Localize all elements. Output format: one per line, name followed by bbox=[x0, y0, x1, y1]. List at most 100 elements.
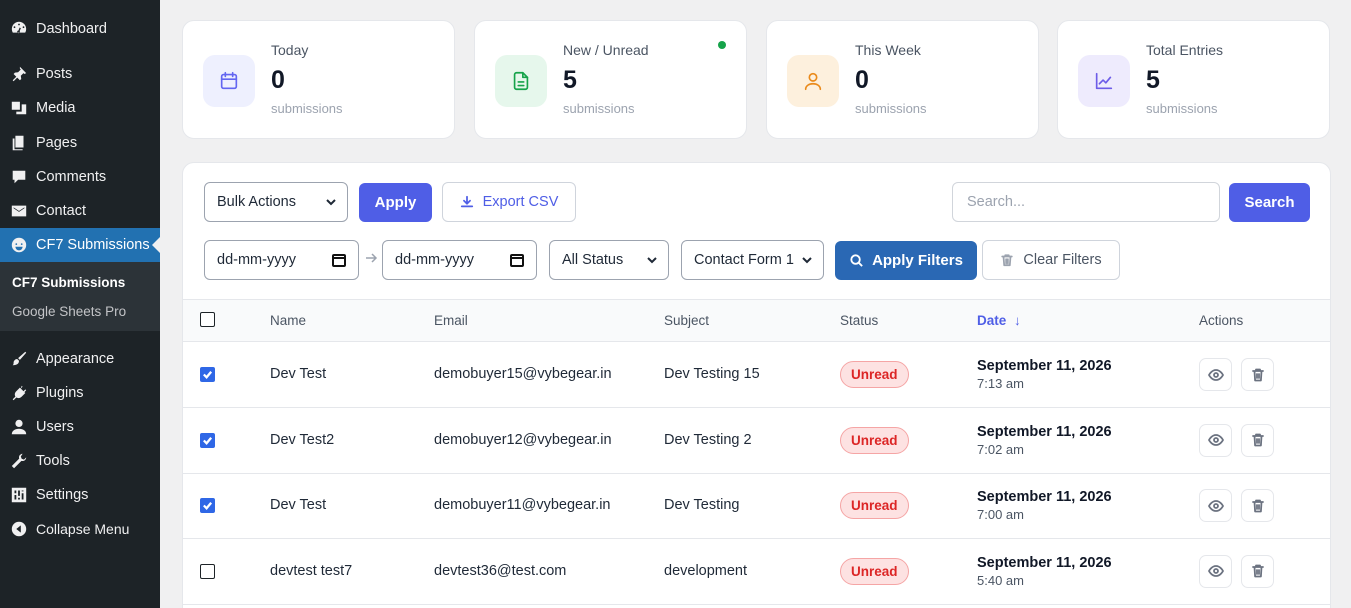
row-date: September 11, 2026 bbox=[977, 554, 1112, 571]
status-filter-select[interactable]: All Status bbox=[549, 240, 669, 280]
stat-card-total-entries: Total Entries 5 submissions bbox=[1057, 20, 1330, 139]
sidebar-item-label: CF7 Submissions bbox=[36, 237, 150, 253]
clear-filters-button[interactable]: Clear Filters bbox=[982, 240, 1120, 280]
column-header-status[interactable]: Status bbox=[840, 313, 878, 328]
column-header-email[interactable]: Email bbox=[434, 313, 468, 328]
status-badge: Unread bbox=[840, 426, 909, 454]
sidebar-item-tools[interactable]: Tools bbox=[0, 444, 160, 478]
brush-icon bbox=[10, 350, 28, 368]
apply-filters-button[interactable]: Apply Filters bbox=[835, 241, 977, 280]
card-value: 0 bbox=[271, 66, 285, 94]
sidebar-item-posts[interactable]: Posts bbox=[0, 57, 160, 91]
calendar-icon[interactable] bbox=[332, 253, 346, 267]
view-button[interactable] bbox=[1199, 554, 1232, 588]
submenu-item-cf7-submissions[interactable]: CF7 Submissions bbox=[0, 268, 160, 297]
trash-icon bbox=[1001, 254, 1014, 267]
column-header-date-label: Date bbox=[977, 313, 1007, 328]
sidebar-collapse-menu[interactable]: Collapse Menu bbox=[0, 512, 160, 546]
sidebar-item-pages[interactable]: Pages bbox=[0, 126, 160, 160]
select-all-checkbox[interactable] bbox=[200, 312, 215, 327]
search-button[interactable]: Search bbox=[1229, 183, 1310, 222]
delete-button[interactable] bbox=[1241, 358, 1274, 391]
column-header-date[interactable]: Date ↓ bbox=[977, 313, 1021, 328]
column-header-name[interactable]: Name bbox=[270, 313, 306, 328]
sort-desc-icon: ↓ bbox=[1014, 313, 1021, 328]
table-row[interactable]: Dev Test demobuyer15@vybegear.in Dev Tes… bbox=[183, 342, 1330, 408]
search-icon bbox=[850, 254, 863, 267]
apply-button[interactable]: Apply bbox=[359, 183, 432, 222]
form-filter-label: Contact Form 1 bbox=[694, 252, 794, 268]
card-sub: submissions bbox=[271, 101, 343, 116]
row-checkbox[interactable] bbox=[200, 367, 215, 382]
card-sub: submissions bbox=[563, 101, 635, 116]
calendar-icon bbox=[220, 71, 238, 90]
status-badge: Unread bbox=[840, 361, 909, 388]
card-value: 5 bbox=[563, 66, 577, 94]
wrench-icon bbox=[10, 452, 28, 470]
chevron-down-icon bbox=[646, 254, 658, 266]
row-checkbox[interactable] bbox=[200, 432, 215, 448]
eye-icon bbox=[1207, 499, 1224, 512]
eye-icon bbox=[1207, 565, 1224, 577]
table-row[interactable]: devtest test7 devtest36@test.com develop… bbox=[183, 539, 1330, 605]
sidebar-item-settings[interactable]: Settings bbox=[0, 478, 160, 512]
unread-indicator-dot bbox=[718, 41, 726, 49]
row-time: 7:02 am bbox=[977, 441, 1024, 457]
submenu-item-google-sheets-pro[interactable]: Google Sheets Pro bbox=[0, 297, 160, 326]
row-checkbox[interactable] bbox=[200, 563, 215, 579]
delete-button[interactable] bbox=[1241, 423, 1274, 457]
export-csv-button[interactable]: Export CSV bbox=[442, 182, 576, 222]
date-from-input[interactable]: dd-mm-yyyy bbox=[204, 240, 359, 280]
row-email: devtest36@test.com bbox=[434, 562, 567, 579]
trash-icon bbox=[1251, 499, 1264, 512]
sidebar-item-label: Tools bbox=[36, 453, 70, 469]
row-subject: development bbox=[664, 562, 748, 579]
sidebar-item-plugins[interactable]: Plugins bbox=[0, 376, 160, 410]
sidebar-item-label: Users bbox=[36, 419, 74, 435]
card-label: Today bbox=[271, 42, 309, 58]
date-from-placeholder: dd-mm-yyyy bbox=[217, 252, 296, 268]
mail-icon bbox=[10, 202, 28, 220]
card-value: 5 bbox=[1146, 66, 1160, 94]
collapse-icon bbox=[10, 520, 28, 538]
row-checkbox[interactable] bbox=[200, 498, 215, 513]
row-name: Dev Test bbox=[270, 366, 327, 382]
row-time: 5:40 am bbox=[977, 572, 1024, 588]
sidebar-item-users[interactable]: Users bbox=[0, 410, 160, 444]
calendar-icon[interactable] bbox=[510, 253, 524, 267]
sidebar-item-contact[interactable]: Contact bbox=[0, 194, 160, 228]
row-email: demobuyer15@vybegear.in bbox=[434, 366, 612, 382]
delete-button[interactable] bbox=[1241, 489, 1274, 522]
cf7-submenu: CF7 Submissions Google Sheets Pro bbox=[0, 262, 160, 331]
sidebar-item-label: Posts bbox=[36, 66, 73, 82]
stat-card-this-week: This Week 0 submissions bbox=[766, 20, 1039, 139]
table-row[interactable]: Dev Test2 demobuyer12@vybegear.in Dev Te… bbox=[183, 408, 1330, 474]
delete-button[interactable] bbox=[1241, 554, 1274, 588]
row-subject: Dev Testing 15 bbox=[664, 366, 760, 382]
form-filter-select[interactable]: Contact Form 1 bbox=[681, 240, 824, 280]
view-button[interactable] bbox=[1199, 489, 1232, 522]
table-row[interactable]: Dev Test demobuyer11@vybegear.in Dev Tes… bbox=[183, 473, 1330, 539]
search-input[interactable] bbox=[952, 182, 1220, 222]
column-header-subject[interactable]: Subject bbox=[664, 313, 709, 328]
card-value: 0 bbox=[855, 66, 869, 94]
sidebar-item-dashboard[interactable]: Dashboard bbox=[0, 12, 160, 46]
sliders-icon bbox=[10, 486, 28, 504]
view-button[interactable] bbox=[1199, 423, 1232, 457]
sidebar-item-media[interactable]: Media bbox=[0, 91, 160, 125]
trash-icon bbox=[1251, 564, 1264, 578]
bulk-actions-select[interactable]: Bulk Actions bbox=[204, 182, 348, 222]
view-button[interactable] bbox=[1199, 358, 1232, 391]
sidebar-item-label: Dashboard bbox=[36, 21, 107, 37]
download-icon bbox=[460, 195, 473, 208]
row-date: September 11, 2026 bbox=[977, 489, 1112, 505]
date-to-placeholder: dd-mm-yyyy bbox=[395, 252, 474, 268]
cf7-icon bbox=[10, 236, 28, 254]
status-badge: Unread bbox=[840, 557, 909, 585]
sidebar-item-appearance[interactable]: Appearance bbox=[0, 342, 160, 376]
date-to-input[interactable]: dd-mm-yyyy bbox=[382, 240, 537, 280]
sidebar-item-comments[interactable]: Comments bbox=[0, 160, 160, 194]
row-time: 7:13 am bbox=[977, 376, 1024, 391]
sidebar-item-label: Plugins bbox=[36, 385, 84, 401]
sidebar-item-cf7-submissions[interactable]: CF7 Submissions bbox=[0, 228, 160, 262]
